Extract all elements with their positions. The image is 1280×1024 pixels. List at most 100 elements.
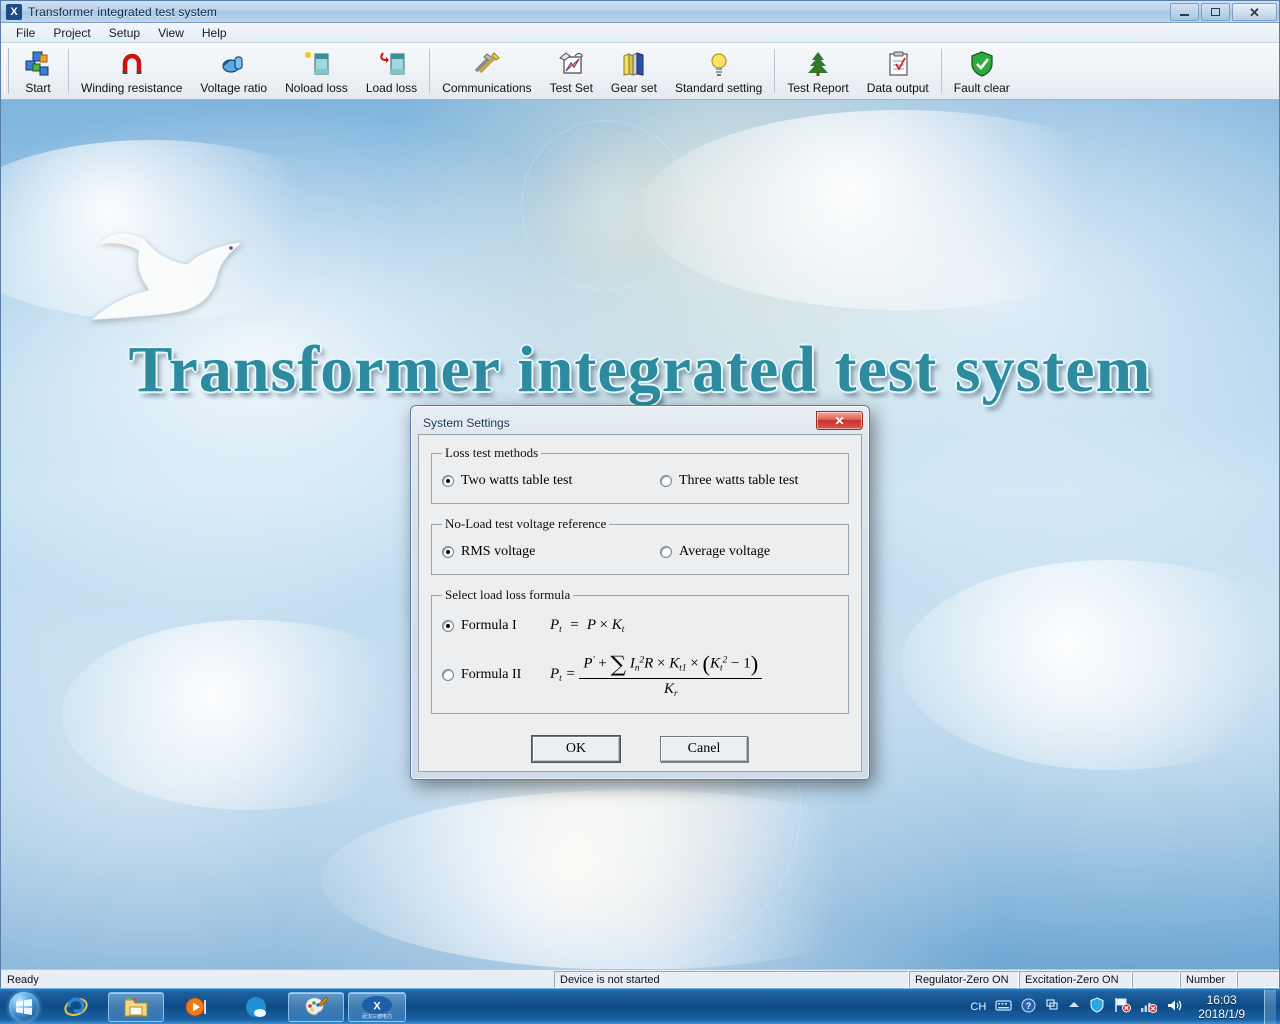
dialog-close-button[interactable]: ✕ xyxy=(816,411,863,430)
group-loss-test-methods: Loss test methods Two watts table test T… xyxy=(431,445,849,504)
clock-date: 2018/1/9 xyxy=(1198,1007,1245,1021)
switch-window-icon[interactable] xyxy=(1045,998,1059,1015)
clock-time: 16:03 xyxy=(1198,993,1245,1007)
green-shield-check-icon xyxy=(968,49,996,79)
test-chart-icon xyxy=(557,49,585,79)
toolbar-separator xyxy=(429,49,430,93)
taskbar-media-player-icon[interactable] xyxy=(168,992,224,1022)
blocks-icon xyxy=(24,49,52,79)
radio-indicator-average-voltage[interactable] xyxy=(660,546,672,558)
status-device: Device is not started xyxy=(554,971,909,988)
dove-icon xyxy=(71,210,261,345)
toolbar-button-load-loss[interactable]: Load loss xyxy=(357,43,426,99)
radio-option-rms-voltage[interactable]: RMS voltage xyxy=(442,544,660,560)
ok-button[interactable]: OK xyxy=(532,736,620,762)
flag-alert-icon[interactable] xyxy=(1114,997,1131,1016)
taskbar-clock[interactable]: 16:03 2018/1/9 xyxy=(1192,993,1251,1021)
taskbar-internet-explorer-icon[interactable] xyxy=(48,992,104,1022)
toolbar-button-test-set[interactable]: Test Set xyxy=(541,43,602,99)
maximize-icon xyxy=(1211,8,1220,16)
toolbar-grip[interactable] xyxy=(4,48,9,94)
taskbar-transformer-app-icon[interactable]: X 武汉三德电力 xyxy=(348,992,406,1022)
radio-row-noload-voltage: RMS voltage Average voltage xyxy=(442,538,838,564)
toolbar-button-winding-resistance[interactable]: Winding resistance xyxy=(72,43,191,99)
cloud-decoration xyxy=(1,140,361,320)
close-button[interactable]: ✕ xyxy=(1232,3,1277,21)
radio-indicator-three-watts[interactable] xyxy=(660,475,672,487)
taskbar-paint-icon[interactable] xyxy=(288,992,344,1022)
toolbar-label-load-loss: Load loss xyxy=(366,81,417,95)
show-hidden-icons-icon[interactable] xyxy=(1068,1001,1080,1013)
help-icon[interactable]: ? xyxy=(1021,998,1036,1016)
taskbar-file-explorer-icon[interactable] xyxy=(108,992,164,1022)
toolbar-button-communications[interactable]: Communications xyxy=(433,43,540,99)
formula-1-expression: Pt = P × Kt xyxy=(550,617,624,635)
network-alert-icon[interactable] xyxy=(1140,998,1157,1016)
statusbar: Ready Device is not started Regulator-Ze… xyxy=(1,969,1279,989)
wallpaper-title: Transformer integrated test system xyxy=(1,332,1279,408)
group-legend-loss-test-methods: Loss test methods xyxy=(442,445,541,461)
toolbar-label-fault-clear: Fault clear xyxy=(954,81,1010,95)
menu-item-project[interactable]: Project xyxy=(44,24,99,42)
dialog-body: Loss test methods Two watts table test T… xyxy=(418,434,862,772)
cloud-decoration xyxy=(901,560,1279,770)
transformer-coil-icon xyxy=(220,49,248,79)
toolbar-button-standard-setting[interactable]: Standard setting xyxy=(666,43,771,99)
dialog-button-row: OK Canel xyxy=(431,736,849,762)
svg-text:?: ? xyxy=(1026,1001,1032,1011)
start-button[interactable] xyxy=(4,991,44,1023)
close-icon: ✕ xyxy=(1249,6,1260,19)
toolbar-button-fault-clear[interactable]: Fault clear xyxy=(945,43,1019,99)
radio-indicator-rms-voltage[interactable] xyxy=(442,546,454,558)
radio-option-average-voltage[interactable]: Average voltage xyxy=(660,544,770,560)
svg-text:X: X xyxy=(373,1000,381,1012)
workspace-desktop: Transformer integrated test system Syste… xyxy=(1,100,1279,969)
radio-option-three-watts[interactable]: Three watts table test xyxy=(660,473,798,489)
no-load-device-icon xyxy=(302,49,330,79)
radio-indicator-formula-2[interactable] xyxy=(442,669,454,681)
group-noload-voltage-reference: No-Load test voltage reference RMS volta… xyxy=(431,516,849,575)
menu-item-file[interactable]: File xyxy=(7,24,44,42)
main-toolbar: Start Winding resistance Volta xyxy=(1,43,1279,100)
menu-item-help[interactable]: Help xyxy=(193,24,236,42)
minimize-icon xyxy=(1180,14,1189,16)
toolbar-label-winding-resistance: Winding resistance xyxy=(81,81,182,95)
menu-item-view[interactable]: View xyxy=(149,24,193,42)
svg-text:武汉三德电力: 武汉三德电力 xyxy=(362,1013,392,1020)
status-blank-1 xyxy=(1132,971,1180,988)
clipboard-icon xyxy=(884,49,912,79)
ime-indicator[interactable]: CH xyxy=(970,1001,986,1013)
load-device-icon xyxy=(378,49,406,79)
volume-icon[interactable] xyxy=(1166,998,1183,1016)
lightbulb-icon xyxy=(705,49,733,79)
window-controls: ✕ xyxy=(1170,3,1277,21)
radio-option-formula-2[interactable]: Formula II xyxy=(442,667,550,683)
toolbar-button-noload-loss[interactable]: Noload loss xyxy=(276,43,357,99)
toolbar-button-voltage-ratio[interactable]: Voltage ratio xyxy=(191,43,276,99)
keyboard-icon[interactable] xyxy=(995,999,1012,1014)
toolbar-button-data-output[interactable]: Data output xyxy=(858,43,938,99)
close-icon: ✕ xyxy=(834,414,844,428)
status-excitation: Excitation-Zero ON xyxy=(1019,971,1132,988)
minimize-button[interactable] xyxy=(1170,3,1199,21)
show-desktop-button[interactable] xyxy=(1264,990,1276,1024)
radio-option-two-watts[interactable]: Two watts table test xyxy=(442,473,660,489)
group-select-load-loss-formula: Select load loss formula Formula I Pt = … xyxy=(431,587,849,714)
taskbar-browser-moon-icon[interactable] xyxy=(228,992,284,1022)
radio-row-formula-1: Formula I Pt = P × Kt xyxy=(442,609,838,635)
shield-icon[interactable] xyxy=(1089,997,1105,1016)
toolbar-button-test-report[interactable]: Test Report xyxy=(778,43,857,99)
radio-indicator-two-watts[interactable] xyxy=(442,475,454,487)
maximize-button[interactable] xyxy=(1201,3,1230,21)
window-titlebar: Transformer integrated test system ✕ xyxy=(1,1,1279,23)
menu-item-setup[interactable]: Setup xyxy=(100,24,149,42)
toolbar-button-gear-set[interactable]: Gear set xyxy=(602,43,666,99)
radio-option-formula-1[interactable]: Formula I xyxy=(442,618,550,634)
radio-indicator-formula-1[interactable] xyxy=(442,620,454,632)
toolbar-label-noload-loss: Noload loss xyxy=(285,81,348,95)
dialog-title: System Settings xyxy=(423,416,510,430)
toolbar-button-start[interactable]: Start xyxy=(11,43,65,99)
magnet-icon xyxy=(118,49,146,79)
toolbar-label-gear-set: Gear set xyxy=(611,81,657,95)
cancel-button[interactable]: Canel xyxy=(660,736,748,762)
